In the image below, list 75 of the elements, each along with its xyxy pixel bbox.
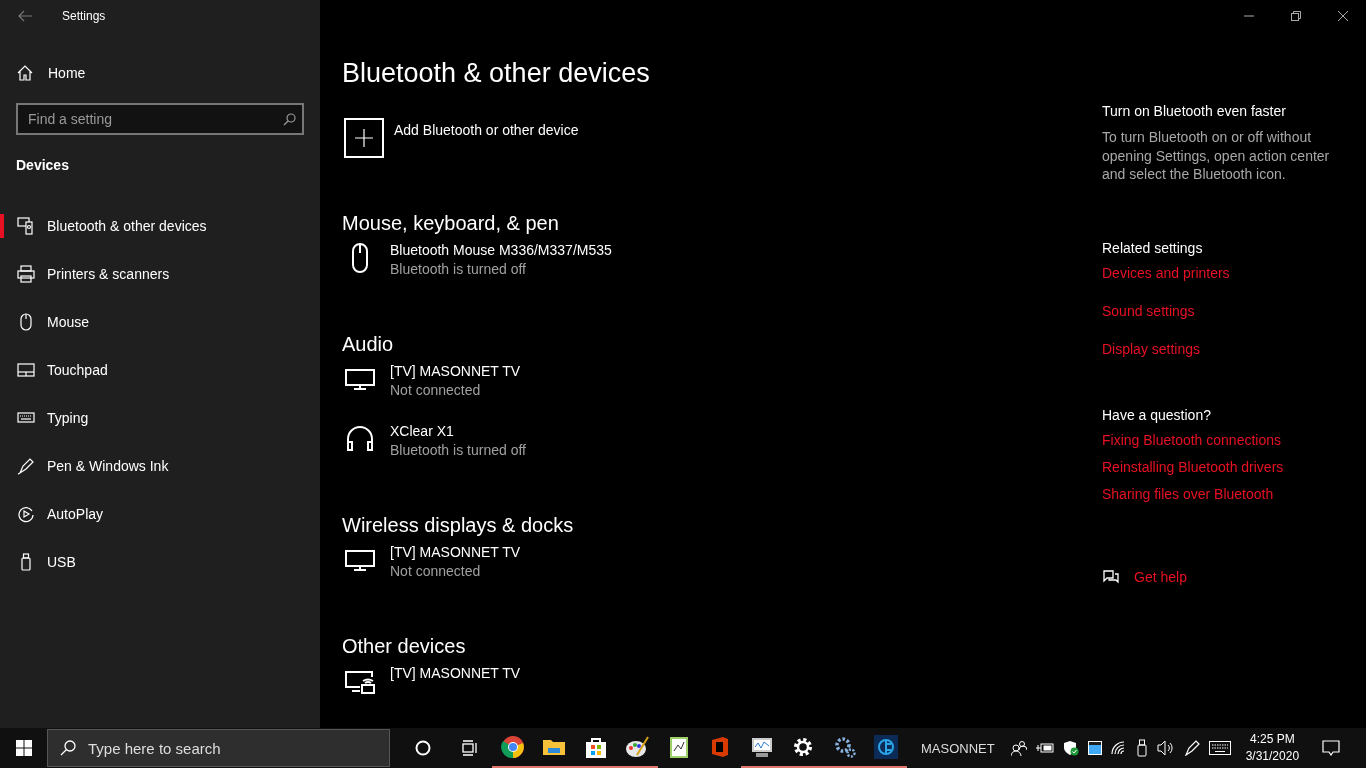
search-field[interactable]: Find a setting [16,103,304,135]
search-icon [283,113,296,126]
wifi-icon[interactable] [1110,741,1127,755]
task-view-icon[interactable] [460,740,478,756]
device-name[interactable]: [TV] MASONNET TV [390,363,521,379]
device-name[interactable]: Bluetooth Mouse M336/M337/M535 [390,242,612,258]
pen-icon [17,457,35,475]
device-status: Not connected [390,382,482,398]
sidebar-item[interactable]: Mouse [0,298,320,346]
help-link[interactable]: Devices and printers [1102,264,1230,281]
aside-text: To turn Bluetooth on or off without opening Settings, open action center and select the Bluetooth icon. [1102,128,1331,184]
bluetooth-icon [17,217,35,235]
add-device-button[interactable]: Add Bluetooth or other device [344,118,579,158]
touchpad-icon [17,361,35,379]
help-link[interactable]: Sharing files over Bluetooth [1102,485,1274,502]
help-link[interactable]: Fixing Bluetooth connections [1102,431,1281,448]
aside-heading: Turn on Bluetooth even faster [1102,103,1286,119]
volume-icon[interactable] [1156,740,1175,756]
app-icon[interactable] [874,735,899,759]
window-icon[interactable] [1087,741,1102,755]
sidebar-item[interactable]: AutoPlay [0,490,320,538]
sidebar-item[interactable]: Typing [0,394,320,442]
close-icon[interactable] [1338,11,1348,21]
aside-heading: Related settings [1102,239,1203,256]
aside-heading: Have a question? [1102,406,1211,423]
chat-icon [1102,568,1120,585]
section-heading: Devices [15,156,70,173]
palette-icon[interactable] [625,735,650,759]
group-heading: Wireless displays & docks [342,514,575,537]
user-name[interactable]: MASONNET [921,740,995,756]
search-icon [60,740,76,756]
home-icon [17,65,33,81]
back-arrow-icon[interactable] [18,10,32,22]
printer-icon [17,265,35,283]
get-help-link[interactable]: Get help [1134,568,1187,585]
device-name[interactable]: [TV] MASONNET TV [390,665,521,681]
taskbar-search-field[interactable]: Type here to search [86,738,389,758]
device-name[interactable]: XClear X1 [390,423,454,439]
notification-icon[interactable] [1322,740,1341,756]
device-status: Not connected [390,563,482,579]
page-title: Bluetooth & other devices [342,58,651,89]
circle-icon[interactable] [415,740,431,756]
group-heading: Audio [342,333,395,356]
sidebar-item[interactable]: Bluetooth & other devices [0,202,320,250]
taskbar-search-box[interactable]: Type here to search [47,729,390,767]
sidebar-item[interactable]: Pen & Windows Ink [0,442,320,490]
restore-icon[interactable] [1291,11,1301,21]
usb-drive-icon[interactable] [1135,739,1148,757]
home-link[interactable]: Home [0,32,320,87]
mouse-icon [17,313,35,331]
sidebar-item[interactable]: Printers & scanners [0,250,320,298]
help-link[interactable]: Display settings [1102,340,1201,357]
sidebar-item[interactable]: USB [0,538,320,586]
device-name[interactable]: [TV] MASONNET TV [390,544,521,560]
plus-icon [344,118,384,158]
battery-icon[interactable] [1035,742,1054,754]
help-link[interactable]: Reinstalling Bluetooth drivers [1102,458,1284,475]
help-link[interactable]: Sound settings [1102,302,1195,319]
clock[interactable]: 4:25 PM 3/31/2020 [1245,731,1300,765]
keyboard-icon[interactable] [1208,741,1231,755]
shopping-bag-icon[interactable] [583,735,608,759]
windows-start-icon[interactable] [16,740,32,756]
browser-icon[interactable] [500,735,525,759]
device-status: Bluetooth is turned off [390,442,526,458]
group-heading: Other devices [342,635,467,658]
shield-icon[interactable] [1062,740,1079,756]
autoplay-icon [17,505,35,523]
sidebar-item[interactable]: Touchpad [0,346,320,394]
monitor-icon[interactable] [749,735,774,759]
group-heading: Mouse, keyboard, & pen [342,212,560,235]
people-icon[interactable] [1010,740,1027,756]
window-title: Settings [62,9,106,23]
pen-icon[interactable] [1183,740,1200,756]
device-status: Bluetooth is turned off [390,261,527,277]
gears-icon[interactable] [832,735,857,759]
